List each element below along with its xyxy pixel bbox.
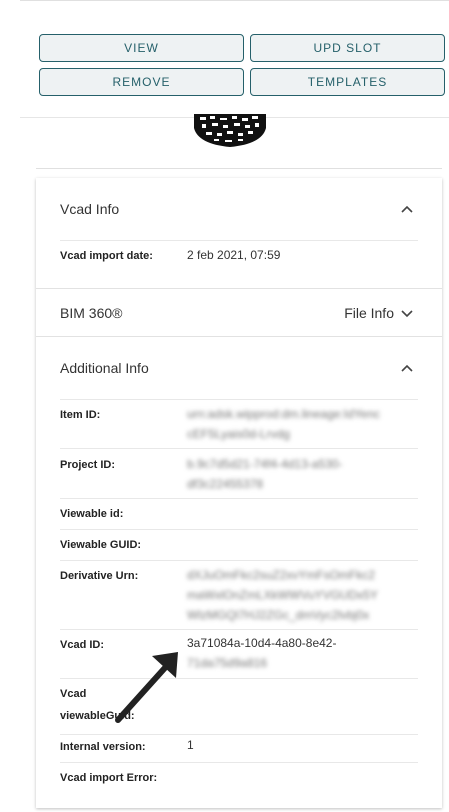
divider <box>60 560 418 561</box>
item-id-value-line2: cEF5Lyais0d-Lrvdg <box>187 427 290 441</box>
item-id-value-line1: urn:adsk.wipprod:dm.lineage:IdYenc <box>187 407 381 421</box>
viewable-guid-label: Viewable GUID: <box>60 539 142 551</box>
divider <box>60 629 418 630</box>
vcad-id-value-line1: 3a71084a-10d4-4a80-8e42- <box>187 636 337 650</box>
vcad-import-date-value: 2 feb 2021, 07:59 <box>187 248 281 262</box>
model-thumbnail <box>194 114 266 147</box>
vcad-info-title: Vcad Info <box>60 201 120 217</box>
divider <box>60 498 418 499</box>
bim360-title: BIM 360® <box>60 305 123 321</box>
upd-slot-button[interactable]: UPD SLOT <box>250 34 445 62</box>
vcad-info-header[interactable]: Vcad Info <box>36 178 442 240</box>
view-button[interactable]: VIEW <box>39 34 244 62</box>
divider <box>60 762 418 763</box>
chevron-up-icon <box>401 205 413 213</box>
vcad-import-error-label: Vcad import Error: <box>60 772 158 784</box>
additional-info-header[interactable]: Additional Info <box>36 337 442 399</box>
project-id-value-line1: b.9c7d5d21-74f4-4d13-a530- <box>187 457 343 471</box>
divider <box>36 168 442 169</box>
collapse-toggle[interactable] <box>400 204 414 214</box>
internal-version-value: 1 <box>187 738 194 752</box>
divider <box>60 448 418 449</box>
item-id-label: Item ID: <box>60 409 101 421</box>
project-id-label: Project ID: <box>60 459 116 471</box>
divider <box>60 240 418 241</box>
file-info-label: File Info <box>344 305 394 321</box>
derivative-urn-label: Derivative Urn: <box>60 570 139 582</box>
vcad-viewable-guid-label-line1: Vcad <box>60 688 87 700</box>
derivative-urn-value-line3: WlzMGQl7HJ2ZGc_dmVyc2lvbj0x <box>187 608 370 622</box>
collapse-toggle[interactable] <box>400 363 414 373</box>
vcad-id-label: Vcad ID: <box>60 639 105 651</box>
chevron-up-icon <box>401 364 413 372</box>
chevron-down-icon <box>401 310 413 318</box>
remove-button[interactable]: REMOVE <box>39 68 244 96</box>
info-card: Vcad Info Vcad import date: 2 feb 2021, … <box>36 178 442 808</box>
vcad-import-date-label: Vcad import date: <box>60 250 153 262</box>
divider <box>60 529 418 530</box>
derivative-urn-value-line2: maWxlOnZmLXkWWVuYVGUDx5Y <box>187 588 378 602</box>
file-info-toggle[interactable]: File Info <box>344 305 414 321</box>
divider <box>60 399 418 400</box>
vcad-id-value-line2: 71da75d9a816 <box>187 656 268 670</box>
project-id-value-line2: df3c22455378 <box>187 477 264 491</box>
derivative-urn-value-line1: dXJuOmFkc2suZ2xvYmFsOmFkc2 <box>187 568 376 582</box>
viewable-id-label: Viewable id: <box>60 508 124 520</box>
annotation-arrow-icon <box>115 652 178 723</box>
bim360-header[interactable]: BIM 360® File Info <box>36 282 442 344</box>
internal-version-label: Internal version: <box>60 741 146 753</box>
templates-button[interactable]: TEMPLATES <box>250 68 445 96</box>
additional-info-title: Additional Info <box>60 360 149 376</box>
